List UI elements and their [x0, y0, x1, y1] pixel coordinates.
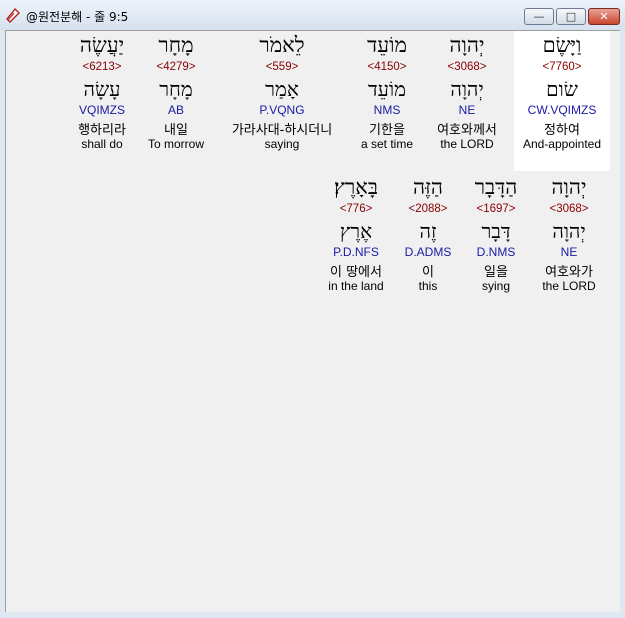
hebrew-word: לֵאמֹר — [259, 33, 305, 57]
korean-gloss: 가라사대-하시더니 — [231, 123, 333, 138]
morphology-code: P.D.NFS — [333, 245, 379, 259]
word-column[interactable]: מוֹעֵד <4150> מוֹעֵד NMS 기한을 a set time — [354, 31, 420, 171]
strong-number: <6213> — [82, 61, 122, 73]
strong-number: <7760> — [542, 61, 582, 73]
english-gloss: saying — [264, 137, 300, 151]
korean-gloss: 여호와께서 — [437, 123, 497, 138]
korean-gloss: 정하여 — [544, 123, 580, 138]
strong-number: <2088> — [408, 203, 448, 215]
strong-number: <1697> — [476, 203, 516, 215]
close-icon: ✕ — [599, 10, 609, 23]
main-window: @원전분해 - 줄 9:5 — □ ✕ וַיָּשֶׂם <7760> שׂו… — [0, 0, 625, 618]
minimize-button[interactable]: — — [524, 8, 554, 25]
hebrew-lemma: דָּבָר — [481, 219, 511, 243]
word-column[interactable]: בָּאָרֶץ׃ <776> אֶרֶץ P.D.NFS 이 땅에서 in t… — [316, 173, 396, 313]
word-column[interactable]: הַדָּבָר <1697> דָּבָר D.NMS 일을 sying — [458, 173, 534, 313]
word-column[interactable]: יְהוָה <3068> יְהוָה NE 여호와가 the LORD — [528, 173, 610, 313]
morphology-code: D.ADMS — [404, 245, 452, 259]
hebrew-lemma: מוֹעֵד — [368, 77, 406, 101]
app-icon — [6, 7, 20, 23]
close-button[interactable]: ✕ — [588, 8, 620, 25]
strong-number: <3068> — [447, 61, 487, 73]
title-bar[interactable]: @원전분해 - 줄 9:5 — □ ✕ — [0, 0, 625, 30]
english-gloss: a set time — [360, 137, 414, 151]
korean-gloss: 일을 — [484, 265, 508, 280]
morphology-code: NE — [560, 245, 578, 259]
strong-number: <4279> — [156, 61, 196, 73]
english-gloss: the LORD — [542, 279, 596, 293]
hebrew-lemma: אָמַר — [265, 77, 299, 101]
strong-number: <559> — [265, 61, 299, 73]
hebrew-word: הַדָּבָר — [474, 175, 518, 199]
strong-number: <3068> — [549, 203, 589, 215]
hebrew-word: יְהוָה — [449, 33, 485, 57]
korean-gloss: 행하리라 — [78, 123, 126, 138]
word-column[interactable]: וַיָּשֶׂם <7760> שׂום CW.VQIMZS 정하여 And-… — [514, 31, 610, 171]
word-column[interactable]: יְהוָה <3068> יְהוָה NE 여호와께서 the LORD — [424, 31, 510, 171]
hebrew-lemma: שׂום — [546, 77, 578, 101]
english-gloss: sying — [481, 279, 510, 293]
window-bottom-border — [0, 612, 625, 618]
korean-gloss: 이 — [422, 265, 434, 280]
hebrew-word: יַעֲשֶׂה — [79, 33, 125, 57]
hebrew-word: יְהוָה — [551, 175, 587, 199]
english-gloss: this — [418, 279, 438, 293]
korean-gloss: 이 땅에서 — [330, 265, 382, 280]
strong-number: <776> — [339, 203, 373, 215]
morphology-code: P.VQNG — [259, 103, 305, 117]
maximize-button[interactable]: □ — [556, 8, 586, 25]
hebrew-lemma: מָחָר — [159, 77, 193, 101]
strong-number: <4150> — [367, 61, 407, 73]
hebrew-lemma: יְהוָה — [450, 77, 484, 101]
hebrew-lemma: זֶה — [419, 219, 437, 243]
korean-gloss: 여호와가 — [545, 265, 593, 280]
english-gloss: shall do — [81, 137, 123, 151]
hebrew-lemma: יְהוָה — [552, 219, 586, 243]
interlinear-panel: וַיָּשֶׂם <7760> שׂום CW.VQIMZS 정하여 And-… — [5, 30, 620, 612]
morphology-code: NMS — [373, 103, 401, 117]
hebrew-word: וַיָּשֶׂם — [542, 33, 582, 57]
word-column[interactable]: הַזֶּה <2088> זֶה D.ADMS 이 this — [394, 173, 462, 313]
word-column[interactable]: יַעֲשֶׂה <6213> עָשָׂה VQIMZS 행하리라 shall… — [68, 31, 136, 171]
minimize-icon: — — [533, 10, 545, 23]
morphology-code: AB — [167, 103, 184, 117]
english-gloss: And-appointed — [522, 137, 602, 151]
morphology-code: CW.VQIMZS — [527, 103, 597, 117]
hebrew-word: מָחָר — [158, 33, 194, 57]
hebrew-lemma: עָשָׂה — [83, 77, 121, 101]
english-gloss: To morrow — [147, 137, 204, 151]
korean-gloss: 내일 — [164, 123, 188, 138]
hebrew-lemma: אֶרֶץ — [339, 219, 373, 243]
english-gloss: the LORD — [440, 137, 494, 151]
korean-gloss: 기한을 — [369, 123, 405, 138]
hebrew-word: מוֹעֵד — [367, 33, 407, 57]
maximize-icon: □ — [565, 10, 577, 23]
window-title: @원전분해 - 줄 9:5 — [26, 10, 129, 24]
morphology-code: D.NMS — [476, 245, 516, 259]
morphology-code: VQIMZS — [78, 103, 125, 117]
english-gloss: in the land — [328, 279, 384, 293]
hebrew-word: בָּאָרֶץ׃ — [334, 175, 378, 199]
word-column[interactable]: מָחָר <4279> מָחָר AB 내일 To morrow — [142, 31, 210, 171]
morphology-code: NE — [458, 103, 476, 117]
hebrew-word: הַזֶּה — [412, 175, 443, 199]
word-column[interactable]: לֵאמֹר <559> אָמַר P.VQNG 가라사대-하시더니 sayi… — [216, 31, 348, 171]
